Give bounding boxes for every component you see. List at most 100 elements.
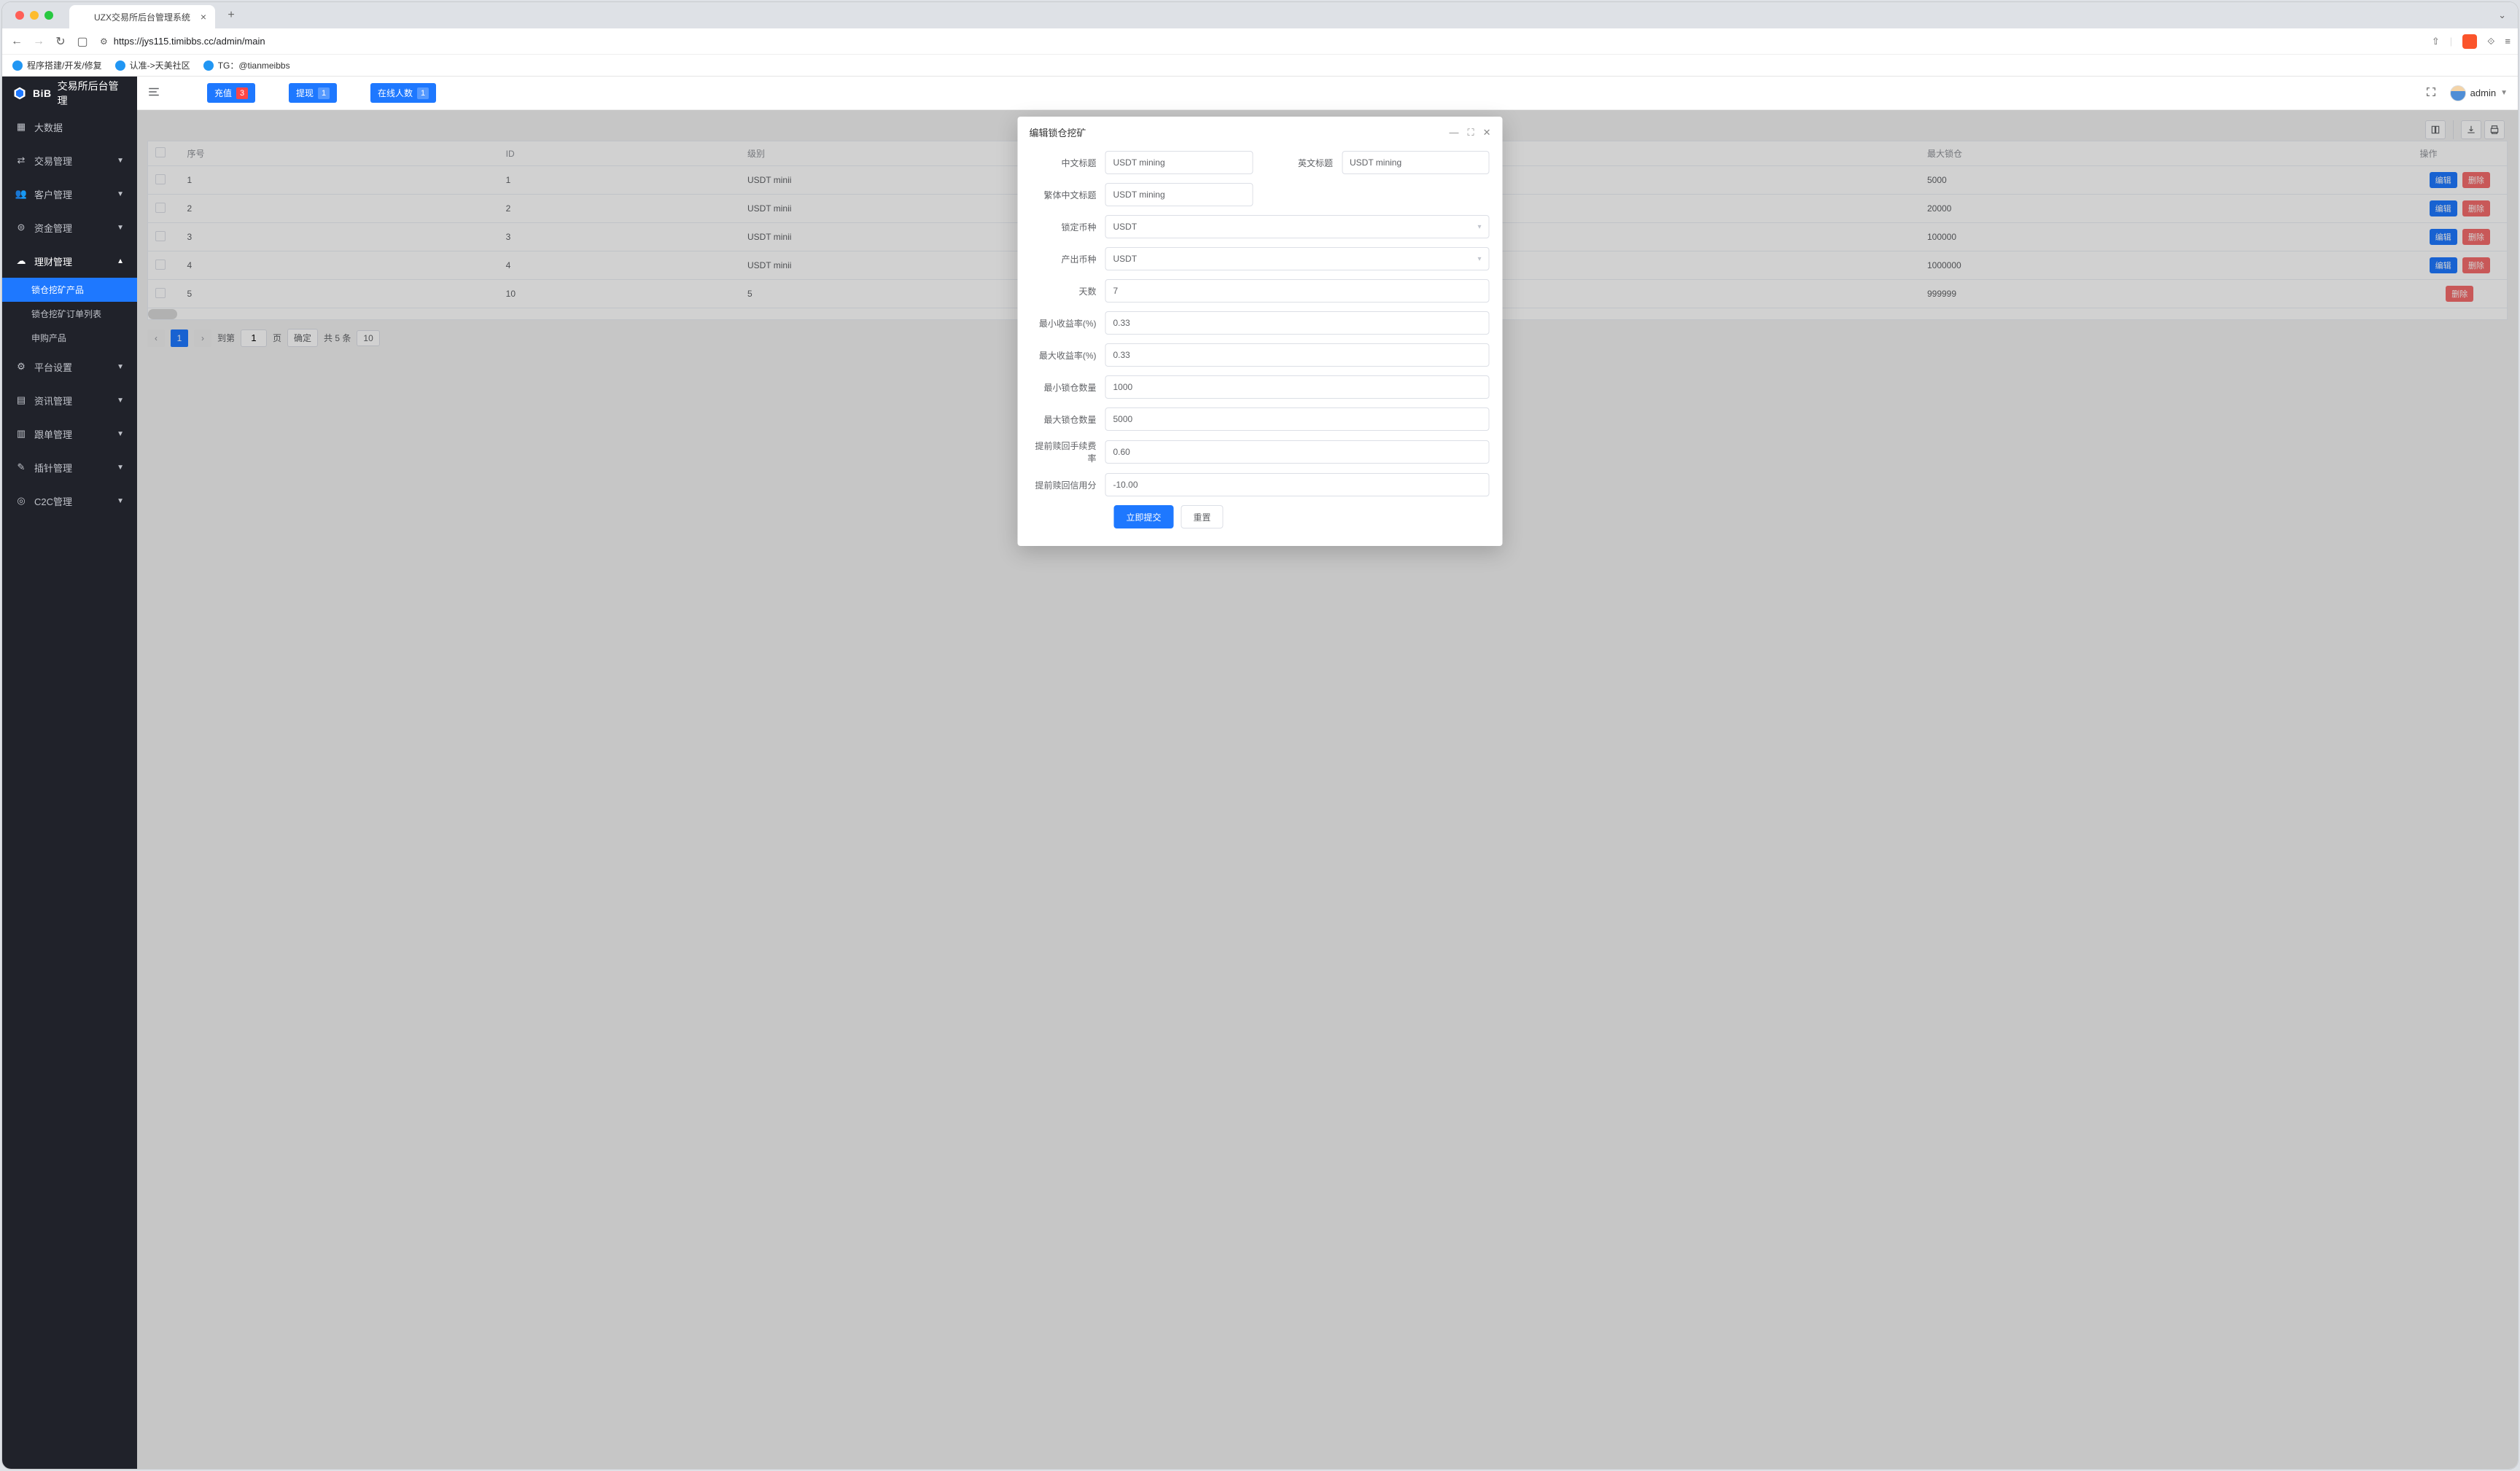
chevron-icon: ▼	[117, 363, 124, 371]
input-early-fee[interactable]: 0.60	[1105, 440, 1490, 464]
tab-close-icon[interactable]: ×	[201, 11, 206, 23]
input-days[interactable]: 7	[1105, 279, 1490, 303]
fullscreen-icon[interactable]	[2425, 86, 2437, 100]
browser-tab-bar: UZX交易所后台管理系统 × + ⌄	[2, 2, 2518, 28]
browser-tab[interactable]: UZX交易所后台管理系统 ×	[69, 5, 215, 28]
nav-label: 大数据	[34, 120, 63, 134]
online-button[interactable]: 在线人数 1	[370, 83, 436, 103]
label-min-lock: 最小锁仓数量	[1031, 381, 1105, 394]
chevron-icon: ▼	[117, 157, 124, 165]
brave-shields-icon[interactable]	[2462, 34, 2477, 49]
user-menu[interactable]: admin ▼	[2450, 85, 2508, 101]
forward-button[interactable]: →	[31, 35, 46, 48]
share-icon[interactable]: ⇧	[2432, 36, 2440, 47]
input-en-title[interactable]: USDT mining	[1342, 151, 1490, 174]
nav-icon: ▥	[15, 428, 27, 440]
sidebar-toggle-icon[interactable]	[147, 85, 162, 101]
sidebar-item[interactable]: ☁理财管理▲	[2, 244, 137, 278]
back-button[interactable]: ←	[9, 35, 24, 48]
address-bar: ← → ↻ ▢ ⚙ https://jys115.timibbs.cc/admi…	[2, 28, 2518, 55]
input-early-credit[interactable]: -10.00	[1105, 473, 1490, 496]
new-tab-button[interactable]: +	[221, 5, 241, 26]
favicon-icon	[78, 12, 88, 22]
nav-label: 资讯管理	[34, 394, 72, 407]
bookmarks-bar: 程序搭建/开发/修复 认准->天美社区 TG：@tianmeibbs	[2, 55, 2518, 77]
sidebar-sub-item[interactable]: 申购产品	[2, 326, 137, 350]
site-settings-icon[interactable]: ⚙	[100, 36, 108, 47]
nav-label: C2C管理	[34, 494, 72, 508]
dialog-minimize-icon[interactable]: —	[1449, 127, 1458, 138]
bookmark-item[interactable]: 程序搭建/开发/修复	[12, 59, 102, 71]
input-max-rate[interactable]: 0.33	[1105, 343, 1490, 367]
input-tw-title[interactable]: USDT mining	[1105, 183, 1253, 206]
extensions-icon[interactable]: ⟐	[2487, 36, 2494, 47]
nav-label: 资金管理	[34, 221, 72, 235]
window-zoom[interactable]	[44, 11, 53, 20]
chevron-icon: ▼	[117, 464, 124, 472]
label-out-coin: 产出币种	[1031, 253, 1105, 265]
input-max-lock[interactable]: 5000	[1105, 407, 1490, 431]
select-lock-coin[interactable]: USDT	[1105, 215, 1490, 238]
nav-icon: ◎	[15, 495, 27, 507]
bookmark-item[interactable]: TG：@tianmeibbs	[203, 59, 290, 71]
sidebar-item[interactable]: ⇄ 交易管理 ▼	[2, 144, 137, 177]
chevron-icon: ▲	[117, 257, 124, 265]
sidebar-item[interactable]: ⊜ 资金管理 ▼	[2, 211, 137, 244]
chevron-icon: ▼	[117, 224, 124, 232]
url-field[interactable]: ⚙ https://jys115.timibbs.cc/admin/main	[97, 36, 2424, 47]
dialog-close-icon[interactable]: ✕	[1483, 127, 1491, 138]
input-min-lock[interactable]: 1000	[1105, 375, 1490, 399]
brand-name: BiB	[33, 87, 52, 99]
dialog-maximize-icon[interactable]: ⛶	[1467, 127, 1474, 138]
bookmark-icon[interactable]: ▢	[75, 34, 90, 49]
label-lock-coin: 锁定币种	[1031, 221, 1105, 233]
recharge-button[interactable]: 充值 3	[207, 83, 255, 103]
bookmark-item[interactable]: 认准->天美社区	[115, 59, 190, 71]
label-min-rate: 最小收益率(%)	[1031, 317, 1105, 329]
label-tw-title: 繁体中文标题	[1031, 189, 1105, 201]
select-out-coin[interactable]: USDT	[1105, 247, 1490, 270]
sidebar-item[interactable]: 👥 客户管理 ▼	[2, 177, 137, 211]
chevron-down-icon: ▼	[2500, 89, 2508, 97]
tab-overflow-icon[interactable]: ⌄	[2498, 9, 2512, 21]
window-minimize[interactable]	[30, 11, 39, 20]
avatar-icon	[2450, 85, 2466, 101]
topbar: 充值 3 提现 1 在线人数 1	[137, 77, 2518, 110]
username: admin	[2470, 87, 2496, 98]
nav-icon: ▦	[15, 121, 27, 133]
bookmark-favicon-icon	[12, 61, 23, 71]
nav-icon: ▤	[15, 394, 27, 406]
label-zh-title: 中文标题	[1031, 157, 1105, 169]
nav-icon: 👥	[15, 188, 27, 200]
window-close[interactable]	[15, 11, 24, 20]
sidebar-sub-item[interactable]: 锁仓挖矿订单列表	[2, 302, 137, 326]
withdraw-button[interactable]: 提现 1	[289, 83, 337, 103]
nav-icon: ⇄	[15, 155, 27, 166]
nav-label: 客户管理	[34, 187, 72, 201]
sidebar-item[interactable]: ▤ 资讯管理 ▼	[2, 383, 137, 417]
input-zh-title[interactable]: USDT mining	[1105, 151, 1253, 174]
chevron-icon: ▼	[117, 430, 124, 438]
nav-label: 理财管理	[34, 254, 72, 268]
sidebar-item[interactable]: ▦ 大数据	[2, 110, 137, 144]
brand-logo-icon	[12, 86, 27, 101]
sidebar-item[interactable]: ⚙平台设置▼	[2, 350, 137, 383]
nav-label: 插针管理	[34, 461, 72, 475]
input-min-rate[interactable]: 0.33	[1105, 311, 1490, 335]
chevron-icon: ▼	[117, 397, 124, 405]
reload-button[interactable]: ↻	[53, 34, 68, 49]
menu-icon[interactable]: ≡	[2505, 36, 2511, 47]
sidebar-item[interactable]: ✎ 插针管理 ▼	[2, 450, 137, 484]
dialog-title: 编辑锁仓挖矿	[1030, 125, 1086, 139]
nav-icon: ✎	[15, 461, 27, 473]
sidebar-item[interactable]: ▥ 跟单管理 ▼	[2, 417, 137, 450]
nav-icon: ⊜	[15, 222, 27, 233]
nav-label: 交易管理	[34, 154, 72, 168]
sidebar-sub-item[interactable]: 锁仓挖矿产品	[2, 278, 137, 302]
chevron-icon: ▼	[117, 190, 124, 198]
submit-button[interactable]: 立即提交	[1114, 505, 1174, 528]
reset-button[interactable]: 重置	[1181, 505, 1224, 528]
sidebar: BiB 交易所后台管理 ▦大数据⇄交易管理▼👥客户管理▼⊜资金管理▼☁理财管理▲…	[2, 77, 137, 1469]
sidebar-item[interactable]: ◎C2C管理▼	[2, 484, 137, 518]
nav-label: 跟单管理	[34, 427, 72, 441]
